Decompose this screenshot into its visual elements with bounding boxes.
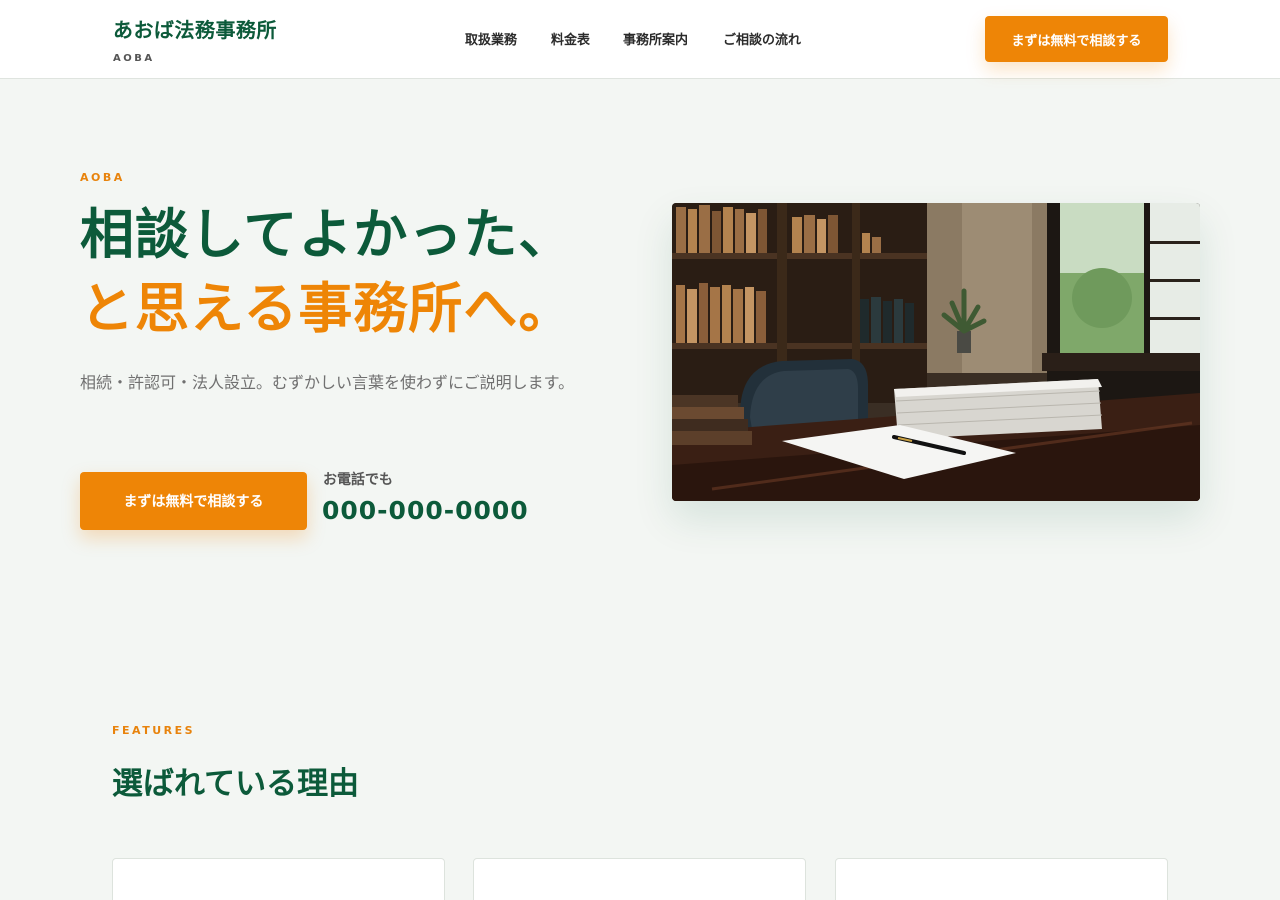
nav-link-fees[interactable]: 料金表: [551, 29, 590, 48]
hero-office-photo: [672, 203, 1200, 501]
brand-logo-name[interactable]: あおば法務事務所: [113, 14, 277, 43]
features-title: 選ばれている理由: [112, 766, 360, 802]
feature-card: [835, 858, 1168, 900]
hero-consult-button[interactable]: まずは無料で相談する: [80, 472, 307, 530]
hero-headline-line2: と思える事務所へ。: [80, 277, 574, 340]
brand-logo-sub: AOBA: [113, 53, 155, 64]
site-header: あおば法務事務所 AOBA 取扱業務 料金表 事務所案内 ご相談の流れ まずは無…: [0, 0, 1280, 79]
hero-lead-text: 相続・許認可・法人設立。むずかしい言葉を使わずにご説明します。: [80, 373, 575, 392]
hero-headline-line1: 相談してよかった、: [80, 203, 574, 266]
nav-link-services[interactable]: 取扱業務: [465, 29, 517, 48]
features-eyebrow: FEATURES: [112, 724, 196, 737]
nav-link-office[interactable]: 事務所案内: [623, 29, 688, 48]
hero-eyebrow: AOBA: [80, 171, 125, 184]
phone-label: お電話でも: [323, 472, 393, 488]
nav-link-flow[interactable]: ご相談の流れ: [723, 29, 801, 48]
feature-card: [473, 858, 806, 900]
office-illustration: [672, 203, 1200, 501]
header-consult-button[interactable]: まずは無料で相談する: [985, 16, 1168, 62]
phone-number-link[interactable]: 000-000-0000: [322, 496, 529, 525]
feature-card: [112, 858, 445, 900]
